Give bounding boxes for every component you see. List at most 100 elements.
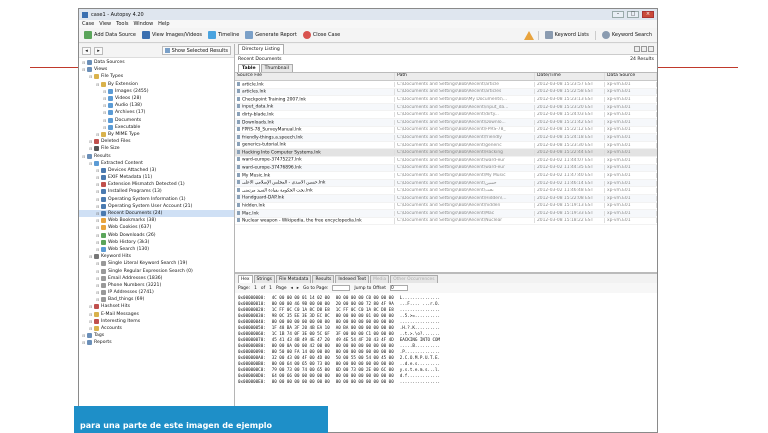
back-button[interactable]: ◂	[82, 46, 91, 55]
list-view-icon[interactable]	[641, 46, 647, 52]
warning-icon[interactable]	[523, 30, 534, 40]
tree-node[interactable]: ⊟ Interesting Items	[79, 318, 234, 325]
tree-node[interactable]: ⊟ Reports	[79, 339, 234, 346]
tab-file-metadata[interactable]: File Metadata	[275, 275, 312, 283]
table-row[interactable]: Downloads.lnk C:\Documents and Settings\B…	[235, 118, 657, 127]
grid-view-icon[interactable]	[634, 46, 640, 52]
tree-node[interactable]: ⊟ Phone Numbers (3221)	[79, 282, 234, 289]
keyword-lists-button[interactable]: Keyword Lists	[543, 30, 591, 41]
tree-node[interactable]: ⊟ Videos (28)	[79, 95, 234, 102]
tree-node[interactable]: ⊟ File Size	[79, 145, 234, 152]
tree-node[interactable]: ⊟ Web Downloads (26)	[79, 232, 234, 239]
goto-page-input[interactable]	[332, 285, 351, 291]
column-data-source[interactable]: Data Source	[605, 73, 657, 80]
tree-node[interactable]: ⊟ Archives (17)	[79, 109, 234, 116]
tree-node[interactable]: ⊟ Operating System Information (1)	[79, 196, 234, 203]
table-row[interactable]: friendly-things.a.speech.lnk C:\Documents…	[235, 134, 657, 142]
tree-node[interactable]: ⊟ Extension Mismatch Detected (1)	[79, 181, 234, 188]
table-row[interactable]: Hacking Into Computer Systems.lnk C:\Docu…	[235, 149, 657, 157]
menu-help[interactable]: Help	[158, 21, 169, 27]
column-path[interactable]: Path	[395, 73, 535, 80]
tree-node[interactable]: ⊟ Results	[79, 152, 234, 159]
tree-node[interactable]: ⊟ Audio (138)	[79, 102, 234, 109]
tree-node[interactable]: ⊟ Single Literal Keyword Search (19)	[79, 260, 234, 267]
tree-node[interactable]: ⊟ Documents	[79, 117, 234, 124]
tree-node[interactable]: ⊟ E-Mail Messages	[79, 311, 234, 318]
table-row[interactable]: hidden.lnk C:\Documents and Settings\Bob\…	[235, 203, 657, 211]
table-row[interactable]: ward-europe-37475227.lnk C:\Documents and…	[235, 157, 657, 165]
tab-results[interactable]: Results	[312, 275, 335, 283]
forward-button[interactable]: ▸	[94, 46, 103, 55]
tree-node[interactable]: ⊟ Executable	[79, 124, 234, 131]
tree-node[interactable]: ⊟ IP Addresses (2741)	[79, 289, 234, 296]
table-row[interactable]: dirty-blade.lnk C:\Documents and Settings…	[235, 111, 657, 119]
tree-node[interactable]: ⊟ Data Sources	[79, 59, 234, 66]
add-data-source-button[interactable]: Add Data Source	[82, 30, 138, 41]
close-case-button[interactable]: Close Case	[301, 30, 342, 41]
tree-node[interactable]: ⊟ File Types	[79, 73, 234, 80]
tree-node[interactable]: ⊟ Devices Attached (3)	[79, 167, 234, 174]
tree-node[interactable]: ⊟ Images (2455)	[79, 88, 234, 95]
menu-window[interactable]: Window	[133, 21, 153, 27]
images-videos-button[interactable]: View Images/Videos	[140, 30, 204, 41]
tree-node[interactable]: ⊟ Accounts	[79, 325, 234, 332]
tab-hex[interactable]: Hex	[238, 275, 253, 283]
tree-node[interactable]: ⊟ Operating System User Account (21)	[79, 203, 234, 210]
tree-node[interactable]: ⊟ Deleted Files	[79, 138, 234, 145]
column-source-file[interactable]: Source File	[235, 73, 395, 80]
tree-node[interactable]: ⊟ Tags	[79, 332, 234, 339]
table-row[interactable]: FPRS-78_SurveyManual.lnk C:\Documents and…	[235, 127, 657, 135]
tree-node[interactable]: ⊟ Hashset Hits	[79, 303, 234, 310]
menu-tools[interactable]: Tools	[116, 21, 128, 27]
menu-view[interactable]: View	[99, 21, 111, 27]
tree-node[interactable]: ⊟ By Extension	[79, 81, 234, 88]
table-row[interactable]: Handguard-DAP.lnk C:\Documents and Settin…	[235, 194, 657, 203]
minimize-button[interactable]: –	[612, 11, 624, 18]
table-row[interactable]: generics-tutorial.lnk C:\Documents and Se…	[235, 142, 657, 150]
tree-node[interactable]: ⊟ Email Addresses (1836)	[79, 275, 234, 282]
next-page-icon[interactable]: ▸	[297, 286, 299, 291]
table-row[interactable]: Nuclear weapon - Wikipedia, the free enc…	[235, 218, 657, 226]
tree-node[interactable]: ⊟ Bad_things (69)	[79, 296, 234, 303]
tab-other-occurrences[interactable]: Other Occurrences	[390, 275, 438, 283]
tree-node[interactable]: ⊟ EXIF Metadata (11)	[79, 174, 234, 181]
keyword-search-button[interactable]: Keyword Search	[600, 30, 654, 41]
table-row[interactable]: My Music.lnk C:\Documents and Settings\Bo…	[235, 172, 657, 180]
tree-node[interactable]: ⊟ By MIME Type	[79, 131, 234, 138]
tree-node[interactable]: ⊟ Keyword Hits	[79, 253, 234, 260]
tree-node[interactable]: ⊟ Views	[79, 66, 234, 73]
table-row[interactable]: Mac.lnk C:\Documents and Settings\Bob\Rec…	[235, 210, 657, 218]
timeline-button[interactable]: Timeline	[206, 30, 241, 41]
table-row[interactable]: ward-europe-37476896.lnk C:\Documents and…	[235, 164, 657, 173]
table-row[interactable]: input_data.lnk C:\Documents and Settings\…	[235, 103, 657, 112]
maximize-button[interactable]: □	[627, 11, 639, 18]
tree-node[interactable]: ⊟ Web Cookies (637)	[79, 224, 234, 231]
tree-node[interactable]: ⊟ Extracted Content	[79, 160, 234, 167]
tab-indexed-text[interactable]: Indexed Text	[335, 275, 370, 283]
jump-offset-input[interactable]: 0	[389, 285, 408, 291]
tab-strings[interactable]: Strings	[253, 275, 275, 283]
export-icon[interactable]	[648, 46, 654, 52]
table-row[interactable]: Checkpoint Training 2007.lnk C:\Documents…	[235, 96, 657, 104]
tree-node[interactable]: ⊟ Recent Documents (24)	[79, 209, 234, 218]
tree-node[interactable]: ⊟ Single Regular Expression Search (0)	[79, 267, 234, 274]
table-row[interactable]: articles.lnk C:\Documents and Settings\Bo…	[235, 88, 657, 97]
table-row[interactable]: نحت الحكومة بقيادة السيد مرتضى.lnk C:\Doc…	[235, 187, 657, 195]
prev-page-icon[interactable]: ◂	[291, 286, 293, 291]
menu-case[interactable]: Case	[82, 21, 94, 27]
table-row[interactable]: حسين الأسدي - المجلس الإسلامي الأعلى.lnk…	[235, 179, 657, 188]
tab-table[interactable]: Table	[238, 64, 260, 72]
close-button[interactable]: ×	[642, 11, 654, 18]
tree-node[interactable]: ⊟ Web Bookmarks (38)	[79, 217, 234, 224]
directory-listing-tab[interactable]: Directory Listing	[238, 44, 284, 54]
column-date-time[interactable]: Date/Time	[535, 73, 605, 80]
generate-report-button[interactable]: Generate Report	[243, 30, 299, 41]
show-selected-results-toggle[interactable]: Show Selected Results	[161, 46, 231, 55]
tab-media[interactable]: Media	[370, 275, 390, 283]
tree-node[interactable]: ⊟ Installed Programs (13)	[79, 188, 234, 195]
tree-node[interactable]: ⊟ Web Search (130)	[79, 246, 234, 253]
tree-node[interactable]: ⊟ Web History (3k3)	[79, 239, 234, 246]
table-row[interactable]: article.lnk C:\Documents and Settings\Bob…	[235, 81, 657, 89]
tab-thumbnail[interactable]: Thumbnail	[260, 64, 293, 72]
cell-date-time: 2012-03-08 15:24:18 EST	[535, 134, 605, 140]
